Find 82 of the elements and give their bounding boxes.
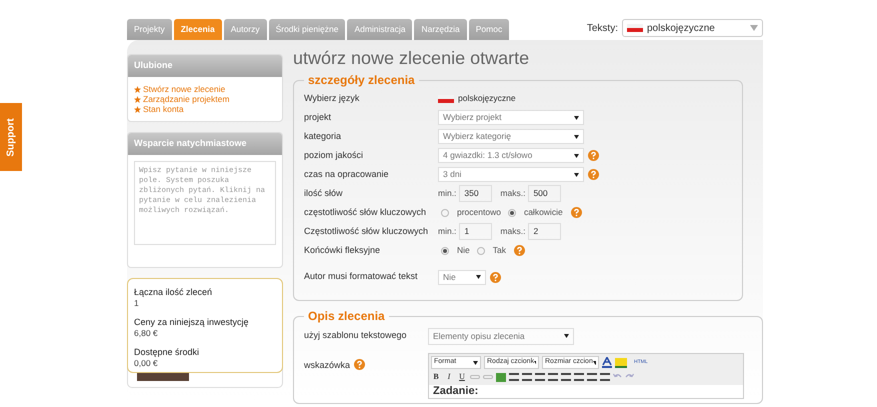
- dropdown-arrow-icon: [592, 360, 596, 364]
- field-label: Częstotliwość słów kluczowych: [304, 224, 430, 238]
- nav-tab[interactable]: Zlecenia: [174, 19, 222, 40]
- format-button[interactable]: B: [431, 371, 441, 383]
- language-label: Teksty:: [586, 22, 618, 36]
- summary-label: Łączna ilość zleceń: [134, 287, 214, 298]
- section-legend: szczegóły zlecenia: [304, 71, 419, 89]
- summary-label: Dostępne środki: [134, 347, 200, 358]
- option-label: Tak: [492, 244, 506, 257]
- field-label: maks.:: [500, 225, 526, 238]
- radio-button[interactable]: [508, 208, 516, 216]
- dropdown-arrow-icon: [476, 275, 481, 279]
- help-icon[interactable]: [490, 272, 501, 282]
- favorite-link[interactable]: Zarządzanie projektem: [143, 92, 230, 106]
- select-field[interactable]: 4 gwiazdki: 1.3 ct/słowo: [438, 148, 584, 163]
- radio-button[interactable]: [441, 208, 449, 216]
- field-label: częstotliwość słów kluczowych: [304, 206, 428, 219]
- dropdown-arrow-icon: [574, 116, 579, 120]
- star-icon: [134, 86, 141, 92]
- dropdown-arrow-icon: [574, 154, 579, 158]
- format-button[interactable]: I: [444, 371, 454, 383]
- number-field[interactable]: 500: [528, 185, 562, 202]
- dropdown-arrow-icon: [534, 360, 536, 364]
- field-label: ilość słów: [304, 186, 344, 200]
- number-field[interactable]: 2: [528, 223, 562, 240]
- radio-button[interactable]: [476, 246, 485, 254]
- select-field[interactable]: Nie: [438, 270, 486, 284]
- field-label: min.:: [438, 225, 456, 238]
- text-color-icon[interactable]: [602, 357, 612, 368]
- field-label: użyj szablonu tekstowego: [304, 329, 408, 342]
- field-label: projekt: [304, 110, 332, 124]
- option-label: procentowo: [457, 206, 501, 219]
- field-label: maks.:: [500, 187, 526, 200]
- field-label: Wybierz język: [304, 92, 360, 105]
- select-field[interactable]: 3 dni: [438, 167, 584, 182]
- option-label: całkowicie: [524, 206, 563, 219]
- favorite-link[interactable]: Stwórz nowe zlecenie: [143, 82, 226, 96]
- summary-value: 1: [134, 298, 140, 309]
- field-label: min.:: [438, 187, 456, 200]
- summary-value: 0,00 €: [134, 358, 159, 369]
- number-field[interactable]: 1: [459, 223, 492, 240]
- field-label: Końcówki fleksyjne: [304, 244, 382, 257]
- favorite-link[interactable]: Stan konta: [143, 102, 184, 116]
- dropdown-arrow-icon: [574, 172, 579, 176]
- field-label: czas na opracowanie: [304, 168, 390, 181]
- flag-icon: [627, 24, 643, 32]
- option-label: Nie: [457, 244, 470, 257]
- language-select[interactable]: polskojęzyczne: [622, 19, 763, 37]
- field-label: kategoria: [304, 130, 342, 143]
- template-select[interactable]: Elementy opisu zlecenia: [428, 328, 574, 344]
- field-label: Autor musi formatować tekst: [304, 270, 419, 284]
- help-icon[interactable]: [354, 359, 366, 370]
- page-title: utwórz nowe zlecenie otwarte: [293, 48, 530, 68]
- flag-icon: [438, 94, 454, 102]
- summary-label: Ceny za niniejszą inwestycję: [134, 317, 250, 328]
- dropdown-arrow-icon: [473, 360, 478, 364]
- select-field[interactable]: Wybierz projekt: [438, 110, 584, 125]
- dropdown-arrow-icon: [750, 25, 758, 31]
- help-icon[interactable]: [588, 150, 599, 161]
- panel-title: Wsparcie natychmiastowe: [128, 133, 282, 155]
- photo-placeholder: [137, 373, 189, 381]
- select-field[interactable]: Wybierz kategorię: [438, 129, 584, 144]
- support-tab[interactable]: Support: [0, 103, 22, 171]
- unlink-icon[interactable]: [483, 375, 493, 379]
- help-icon[interactable]: [570, 207, 582, 218]
- help-icon[interactable]: [514, 245, 525, 256]
- dropdown-arrow-icon: [564, 334, 569, 338]
- panel-title: Ulubione: [128, 55, 282, 77]
- highlight-icon[interactable]: [615, 358, 627, 368]
- summary-value: 6,80 €: [134, 328, 159, 339]
- language-value: polskojęzyczne: [458, 92, 516, 105]
- field-label: wskazówka: [304, 359, 350, 372]
- help-icon[interactable]: [588, 169, 599, 180]
- section-legend: Opis zlecenia: [304, 307, 389, 325]
- number-field[interactable]: 350: [459, 185, 492, 202]
- radio-button[interactable]: [441, 246, 449, 254]
- field-label: poziom jakości: [304, 148, 364, 162]
- dropdown-arrow-icon: [574, 134, 579, 138]
- format-button[interactable]: U: [457, 371, 467, 383]
- star-icon: [134, 106, 141, 112]
- star-icon: [134, 96, 141, 102]
- link-icon[interactable]: [470, 375, 480, 379]
